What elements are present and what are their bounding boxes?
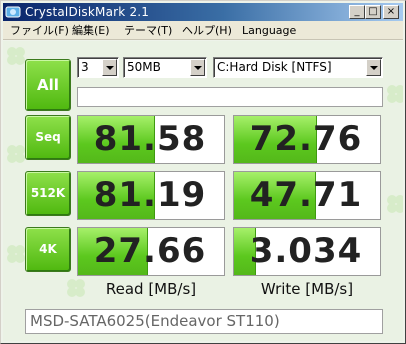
512k-write-result: 47.71 bbox=[233, 171, 381, 220]
run-all-button[interactable]: All bbox=[25, 59, 71, 111]
read-column-label: Read [MB/s] bbox=[105, 280, 197, 298]
menu-theme[interactable]: テーマ(T) bbox=[121, 21, 175, 40]
seq-write-result: 72.76 bbox=[233, 115, 381, 164]
test-count-select[interactable]: 3 bbox=[77, 57, 119, 78]
minimize-button[interactable]: _ bbox=[349, 5, 365, 19]
drive-select[interactable]: C:Hard Disk [NTFS] bbox=[213, 57, 383, 78]
menu-language[interactable]: Language bbox=[239, 21, 299, 40]
chevron-down-icon[interactable] bbox=[366, 59, 381, 76]
clover-decoration-icon bbox=[387, 195, 403, 213]
menu-file[interactable]: ファイル(F) bbox=[7, 21, 72, 40]
menu-bar: ファイル(F) 編集(E) テーマ(T) ヘルプ(H) Language bbox=[3, 21, 403, 40]
512k-test-button[interactable]: 512K bbox=[25, 171, 71, 216]
close-button[interactable]: × bbox=[383, 5, 399, 19]
4k-read-value: 27.66 bbox=[93, 231, 207, 271]
4k-test-button[interactable]: 4K bbox=[25, 227, 71, 272]
seq-test-button[interactable]: Seq bbox=[25, 115, 71, 160]
512k-read-value: 81.19 bbox=[93, 175, 207, 215]
window-title: CrystalDiskMark 2.1 bbox=[25, 5, 150, 19]
clover-decoration-icon bbox=[387, 85, 403, 103]
chevron-down-icon[interactable] bbox=[102, 59, 117, 76]
seq-read-result: 81.58 bbox=[77, 115, 225, 164]
comment-field[interactable]: MSD-SATA6025(Endeavor ST110) bbox=[25, 309, 383, 334]
app-window: CrystalDiskMark 2.1 _ □ × ファイル(F) 編集(E) … bbox=[0, 0, 406, 344]
512k-read-result: 81.19 bbox=[77, 171, 225, 220]
drive-value: C:Hard Disk [NTFS] bbox=[217, 60, 332, 74]
seq-write-value: 72.76 bbox=[249, 119, 363, 159]
4k-write-result: 3.034 bbox=[233, 227, 381, 276]
chevron-down-icon[interactable] bbox=[190, 59, 205, 76]
4k-read-result: 27.66 bbox=[77, 227, 225, 276]
status-field bbox=[77, 87, 383, 107]
menu-edit[interactable]: 編集(E) bbox=[69, 21, 113, 40]
seq-read-value: 81.58 bbox=[93, 119, 207, 159]
title-bar[interactable]: CrystalDiskMark 2.1 _ □ × bbox=[3, 3, 403, 21]
write-column-label: Write [MB/s] bbox=[260, 280, 354, 298]
4k-write-value: 3.034 bbox=[249, 231, 363, 271]
test-size-value: 50MB bbox=[127, 60, 161, 74]
main-panel: All 3 50MB C:Hard Disk [NTFS] Seq 81.58 … bbox=[3, 41, 403, 341]
app-disk-icon bbox=[5, 6, 21, 18]
test-size-select[interactable]: 50MB bbox=[123, 57, 207, 78]
512k-write-value: 47.71 bbox=[249, 175, 363, 215]
menu-help[interactable]: ヘルプ(H) bbox=[179, 21, 235, 40]
test-count-value: 3 bbox=[81, 60, 89, 74]
maximize-button[interactable]: □ bbox=[365, 5, 381, 19]
